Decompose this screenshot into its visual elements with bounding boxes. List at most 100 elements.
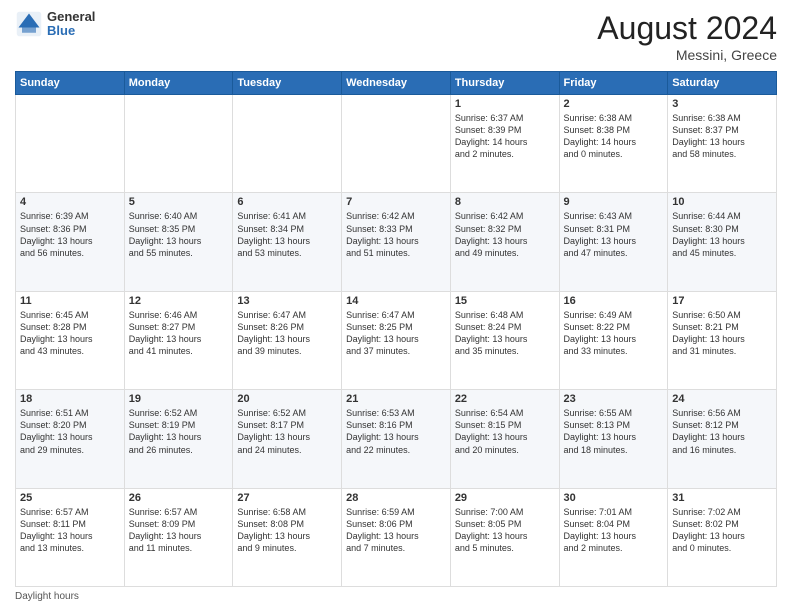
day-number: 29 — [455, 492, 555, 504]
day-info: Sunrise: 6:47 AMSunset: 8:26 PMDaylight:… — [237, 309, 337, 358]
day-number: 9 — [564, 196, 664, 208]
day-info: Sunrise: 6:49 AMSunset: 8:22 PMDaylight:… — [564, 309, 664, 358]
day-info: Sunrise: 6:38 AMSunset: 8:37 PMDaylight:… — [672, 112, 772, 161]
day-number: 28 — [346, 492, 446, 504]
calendar-cell: 2 Sunrise: 6:38 AMSunset: 8:38 PMDaylight… — [559, 95, 668, 193]
day-number: 2 — [564, 98, 664, 110]
day-info: Sunrise: 6:42 AMSunset: 8:32 PMDaylight:… — [455, 210, 555, 259]
calendar-cell: 21 Sunrise: 6:53 AMSunset: 8:16 PMDayligh… — [342, 390, 451, 488]
logo: General Blue — [15, 10, 95, 39]
day-number: 5 — [129, 196, 229, 208]
day-number: 6 — [237, 196, 337, 208]
day-info: Sunrise: 6:51 AMSunset: 8:20 PMDaylight:… — [20, 407, 120, 456]
logo-text: General Blue — [47, 10, 95, 39]
title-block: August 2024 Messini, Greece — [597, 10, 777, 63]
page: General Blue August 2024 Messini, Greece… — [0, 0, 792, 612]
day-info: Sunrise: 6:59 AMSunset: 8:06 PMDaylight:… — [346, 506, 446, 555]
day-number: 27 — [237, 492, 337, 504]
calendar-cell: 14 Sunrise: 6:47 AMSunset: 8:25 PMDayligh… — [342, 291, 451, 389]
day-info: Sunrise: 6:58 AMSunset: 8:08 PMDaylight:… — [237, 506, 337, 555]
day-number: 4 — [20, 196, 120, 208]
day-number: 12 — [129, 295, 229, 307]
calendar-cell: 12 Sunrise: 6:46 AMSunset: 8:27 PMDayligh… — [124, 291, 233, 389]
calendar-cell: 11Sunrise: 6:45 AMSunset: 8:28 PMDayligh… — [16, 291, 125, 389]
calendar-cell: 1Sunrise: 6:37 AMSunset: 8:39 PMDaylight… — [450, 95, 559, 193]
logo-general: General — [47, 10, 95, 24]
calendar-week-row: 11Sunrise: 6:45 AMSunset: 8:28 PMDayligh… — [16, 291, 777, 389]
day-number: 8 — [455, 196, 555, 208]
calendar-cell — [342, 95, 451, 193]
col-friday: Friday — [559, 72, 668, 95]
day-number: 15 — [455, 295, 555, 307]
calendar-cell: 7 Sunrise: 6:42 AMSunset: 8:33 PMDaylight… — [342, 193, 451, 291]
calendar-cell: 29Sunrise: 7:00 AMSunset: 8:05 PMDayligh… — [450, 488, 559, 586]
footer-note: Daylight hours — [15, 591, 777, 602]
calendar-cell: 10 Sunrise: 6:44 AMSunset: 8:30 PMDayligh… — [668, 193, 777, 291]
day-number: 10 — [672, 196, 772, 208]
day-info: Sunrise: 6:54 AMSunset: 8:15 PMDaylight:… — [455, 407, 555, 456]
calendar-cell: 22Sunrise: 6:54 AMSunset: 8:15 PMDayligh… — [450, 390, 559, 488]
day-number: 31 — [672, 492, 772, 504]
day-info: Sunrise: 6:47 AMSunset: 8:25 PMDaylight:… — [346, 309, 446, 358]
calendar-cell: 9 Sunrise: 6:43 AMSunset: 8:31 PMDaylight… — [559, 193, 668, 291]
day-number: 16 — [564, 295, 664, 307]
calendar-cell: 31 Sunrise: 7:02 AMSunset: 8:02 PMDayligh… — [668, 488, 777, 586]
col-thursday: Thursday — [450, 72, 559, 95]
day-number: 24 — [672, 393, 772, 405]
day-info: Sunrise: 6:56 AMSunset: 8:12 PMDaylight:… — [672, 407, 772, 456]
day-number: 14 — [346, 295, 446, 307]
day-info: Sunrise: 6:55 AMSunset: 8:13 PMDaylight:… — [564, 407, 664, 456]
day-info: Sunrise: 6:50 AMSunset: 8:21 PMDaylight:… — [672, 309, 772, 358]
day-number: 20 — [237, 393, 337, 405]
day-info: Sunrise: 6:52 AMSunset: 8:17 PMDaylight:… — [237, 407, 337, 456]
day-info: Sunrise: 6:57 AMSunset: 8:09 PMDaylight:… — [129, 506, 229, 555]
calendar-cell: 25Sunrise: 6:57 AMSunset: 8:11 PMDayligh… — [16, 488, 125, 586]
day-info: Sunrise: 6:37 AMSunset: 8:39 PMDaylight:… — [455, 112, 555, 161]
day-info: Sunrise: 7:02 AMSunset: 8:02 PMDaylight:… — [672, 506, 772, 555]
day-number: 19 — [129, 393, 229, 405]
calendar-cell: 18 Sunrise: 6:51 AMSunset: 8:20 PMDayligh… — [16, 390, 125, 488]
calendar-cell: 3 Sunrise: 6:38 AMSunset: 8:37 PMDaylight… — [668, 95, 777, 193]
day-info: Sunrise: 7:01 AMSunset: 8:04 PMDaylight:… — [564, 506, 664, 555]
day-info: Sunrise: 6:39 AMSunset: 8:36 PMDaylight:… — [20, 210, 120, 259]
calendar-table: Sunday Monday Tuesday Wednesday Thursday… — [15, 71, 777, 587]
month-title: August 2024 — [597, 10, 777, 47]
calendar-header-row: Sunday Monday Tuesday Wednesday Thursday… — [16, 72, 777, 95]
day-info: Sunrise: 6:40 AMSunset: 8:35 PMDaylight:… — [129, 210, 229, 259]
header: General Blue August 2024 Messini, Greece — [15, 10, 777, 63]
calendar-cell: 24 Sunrise: 6:56 AMSunset: 8:12 PMDayligh… — [668, 390, 777, 488]
col-saturday: Saturday — [668, 72, 777, 95]
calendar-cell: 30 Sunrise: 7:01 AMSunset: 8:04 PMDayligh… — [559, 488, 668, 586]
calendar-cell: 4 Sunrise: 6:39 AMSunset: 8:36 PMDaylight… — [16, 193, 125, 291]
col-monday: Monday — [124, 72, 233, 95]
day-number: 21 — [346, 393, 446, 405]
day-number: 11 — [20, 295, 120, 307]
day-info: Sunrise: 6:44 AMSunset: 8:30 PMDaylight:… — [672, 210, 772, 259]
day-number: 3 — [672, 98, 772, 110]
day-info: Sunrise: 6:48 AMSunset: 8:24 PMDaylight:… — [455, 309, 555, 358]
calendar-cell: 13Sunrise: 6:47 AMSunset: 8:26 PMDayligh… — [233, 291, 342, 389]
location-subtitle: Messini, Greece — [597, 47, 777, 63]
calendar-cell — [124, 95, 233, 193]
day-number: 7 — [346, 196, 446, 208]
calendar-cell — [16, 95, 125, 193]
day-info: Sunrise: 6:43 AMSunset: 8:31 PMDaylight:… — [564, 210, 664, 259]
day-number: 30 — [564, 492, 664, 504]
calendar-cell: 5 Sunrise: 6:40 AMSunset: 8:35 PMDaylight… — [124, 193, 233, 291]
calendar-week-row: 25Sunrise: 6:57 AMSunset: 8:11 PMDayligh… — [16, 488, 777, 586]
calendar-week-row: 1Sunrise: 6:37 AMSunset: 8:39 PMDaylight… — [16, 95, 777, 193]
day-info: Sunrise: 6:38 AMSunset: 8:38 PMDaylight:… — [564, 112, 664, 161]
day-number: 23 — [564, 393, 664, 405]
calendar-cell: 23 Sunrise: 6:55 AMSunset: 8:13 PMDayligh… — [559, 390, 668, 488]
day-info: Sunrise: 6:42 AMSunset: 8:33 PMDaylight:… — [346, 210, 446, 259]
calendar-cell: 15 Sunrise: 6:48 AMSunset: 8:24 PMDayligh… — [450, 291, 559, 389]
day-number: 26 — [129, 492, 229, 504]
day-number: 18 — [20, 393, 120, 405]
calendar-cell: 8 Sunrise: 6:42 AMSunset: 8:32 PMDaylight… — [450, 193, 559, 291]
calendar-week-row: 18 Sunrise: 6:51 AMSunset: 8:20 PMDayligh… — [16, 390, 777, 488]
day-info: Sunrise: 6:53 AMSunset: 8:16 PMDaylight:… — [346, 407, 446, 456]
col-sunday: Sunday — [16, 72, 125, 95]
day-info: Sunrise: 6:46 AMSunset: 8:27 PMDaylight:… — [129, 309, 229, 358]
calendar-cell: 28 Sunrise: 6:59 AMSunset: 8:06 PMDayligh… — [342, 488, 451, 586]
day-number: 17 — [672, 295, 772, 307]
